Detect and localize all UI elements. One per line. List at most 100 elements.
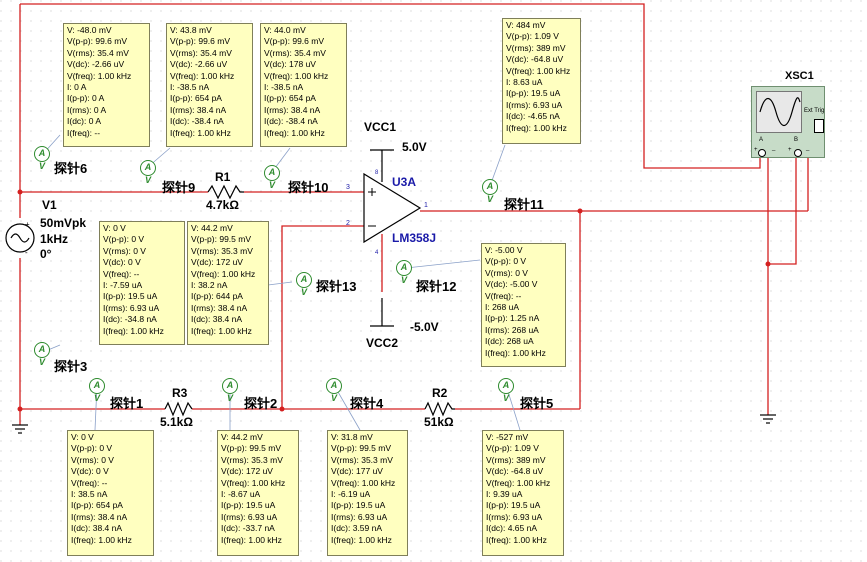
probe-reading-line: I(p-p): 654 pA [170, 93, 222, 104]
probe-reading-line: I(p-p): 19.5 uA [103, 291, 158, 302]
probe-11-icon[interactable]: A V [482, 179, 498, 204]
probe-reading-line: V(dc): 172 uV [221, 466, 273, 477]
probe-12-icon[interactable]: A V [396, 260, 412, 285]
probe-reading-line: I(dc): 4.65 nA [486, 523, 538, 534]
r2-name: R2 [432, 386, 448, 400]
probe-reading-line: V(rms): 389 mV [486, 454, 546, 465]
probe-reading-line: V(freq): -- [103, 268, 140, 279]
probe-reading-line: V: 44.2 mV [191, 223, 233, 233]
probe-reading-line: I(rms): 6.93 uA [506, 99, 563, 110]
opamp-part: LM358J [392, 231, 437, 245]
probe-4-icon[interactable]: A V [326, 378, 342, 403]
probe-reading-line: V(freq): 1.00 kHz [221, 477, 286, 488]
probe-13-icon[interactable]: A V [296, 272, 312, 297]
opamp-pin-8: 8 [375, 170, 379, 176]
scope-b-minus: _ [806, 145, 810, 151]
probe-reading-line: V(freq): 1.00 kHz [506, 65, 571, 76]
probe-2-icon[interactable]: A V [222, 378, 238, 403]
probe-reading-line: V(freq): 1.00 kHz [331, 477, 396, 488]
scope-b-terminal[interactable] [794, 149, 802, 157]
scope-a-terminal[interactable] [758, 149, 766, 157]
probe-9-icon[interactable]: A V [140, 160, 156, 185]
probe-13-readout: V: 44.2 mV V(p-p): 99.5 mV V(rms): 35.3 mV… [187, 221, 269, 345]
probe-reading-line: I(dc): -38.4 nA [170, 116, 224, 127]
probe-1-label: 探针1 [110, 396, 144, 411]
probe-5-icon[interactable]: A V [498, 378, 514, 403]
probe-reading-line: V(dc): 177 uV [331, 466, 383, 477]
probe-3-icon[interactable]: A V [34, 342, 50, 367]
probe-reading-line: V(rms): 0 V [71, 454, 114, 465]
probe-reading-line: I: -38.5 nA [264, 81, 304, 92]
probe-reading-line: I(freq): 1.00 kHz [71, 534, 132, 545]
probe-reading-line: V(dc): -2.66 uV [170, 59, 228, 70]
probe-reading-line: V(freq): -- [485, 290, 522, 301]
oscilloscope[interactable]: Ext Trig A B + _ + _ [751, 86, 825, 158]
probe-reading-line: I(rms): 6.93 uA [331, 511, 388, 522]
opamp-ref: U3A [392, 175, 417, 189]
probe-reading-line: I: 38.2 nA [191, 279, 228, 290]
probe-reading-line: I(dc): -38.4 nA [264, 116, 318, 127]
v1-name: V1 [42, 198, 57, 212]
scope-trig-terminal[interactable] [814, 119, 824, 133]
probe-reading-line: V(freq): 1.00 kHz [264, 70, 329, 81]
probe-reading-line: V: 0 V [71, 432, 94, 442]
probe-11-readout: V: 484 mV V(p-p): 1.09 V V(rms): 389 mV V(d… [502, 18, 581, 144]
probe-reading-line: I(rms): 268 uA [485, 324, 539, 335]
probe-11-label: 探针11 [504, 197, 544, 212]
probe-reading-line: I(p-p): 1.25 nA [485, 313, 540, 324]
probe-reading-line: I: 9.39 uA [486, 488, 523, 499]
v1-frequency: 1kHz [40, 232, 69, 246]
probe-reading-line: I(p-p): 644 pA [191, 291, 243, 302]
probe-reading-line: I(dc): 0 A [67, 116, 102, 127]
probe-reading-line: I(dc): -34.8 nA [103, 314, 157, 325]
r2-value: 51kΩ [424, 415, 454, 429]
probe-reading-line: V(dc): 0 V [103, 257, 141, 268]
opamp-pin-2: 2 [346, 220, 350, 227]
probe-10-icon[interactable]: A V [264, 165, 280, 190]
probe-reading-line: V(p-p): 99.5 mV [331, 443, 391, 454]
probe-reading-line: I(rms): 38.4 nA [191, 302, 248, 313]
scope-channel-a: A [759, 137, 764, 143]
probe-reading-line: V: -527 mV [486, 432, 529, 442]
probe-1-icon[interactable]: A V [89, 378, 105, 403]
probe-reading-line: V(dc): 178 uV [264, 59, 316, 70]
probe-reading-line: V(freq): 1.00 kHz [170, 70, 235, 81]
probe-reading-line: V: -5.00 V [485, 245, 523, 255]
opamp-pin-3: 3 [346, 184, 350, 191]
probe-reading-line: V: 0 V [103, 223, 126, 233]
probe-reading-line: V(p-p): 99.6 mV [170, 36, 230, 47]
probe-13-label: 探针13 [316, 279, 357, 294]
probe-reading-line: I(rms): 38.4 nA [170, 104, 227, 115]
probe-reading-line: V(rms): 35.4 mV [170, 47, 232, 58]
probe-reading-line: V(p-p): 99.6 mV [67, 36, 127, 47]
probe-reading-line: V(p-p): 1.09 V [506, 31, 559, 42]
probe-reading-line: I(dc): 3.59 nA [331, 523, 383, 534]
schematic-canvas[interactable]: + - A V A V A V A V A V A V A V A V A V … [0, 0, 867, 562]
probe-reading-line: I(freq): 1.00 kHz [191, 325, 252, 336]
probe-reading-line: I(freq): 1.00 kHz [485, 347, 546, 358]
probe-2-readout: V: 44.2 mV V(p-p): 99.5 mV V(rms): 35.3 mV… [217, 430, 299, 556]
probe-reading-line: V(dc): 172 uV [191, 257, 243, 268]
probe-reading-line: I(p-p): 19.5 uA [486, 500, 541, 511]
probe-reading-line: I: 38.5 nA [71, 488, 108, 499]
probe-reading-line: I(p-p): 0 A [67, 93, 105, 104]
probe-reading-line: I(freq): 1.00 kHz [506, 122, 567, 133]
vcc2-value: -5.0V [410, 320, 439, 334]
probe-4-readout: V: 31.8 mV V(p-p): 99.5 mV V(rms): 35.3 mV… [327, 430, 408, 556]
probe-reading-line: I(dc): -4.65 nA [506, 111, 560, 122]
opamp-pin-1: 1 [424, 202, 428, 209]
probe-reading-line: I: 0 A [67, 81, 87, 92]
probe-6-icon[interactable]: A V [34, 146, 50, 171]
probe-reading-line: V(p-p): 0 V [103, 234, 145, 245]
probe-reading-line: V(p-p): 1.09 V [486, 443, 539, 454]
probe-reading-line: V(rms): 35.3 mV [221, 454, 283, 465]
probe-reading-line: I(dc): -33.7 nA [221, 523, 275, 534]
probe-reading-line: I(freq): 1.00 kHz [221, 534, 282, 545]
r3-value: 5.1kΩ [160, 415, 193, 429]
probe-reading-line: V: -48.0 mV [67, 25, 112, 35]
scope-channel-b: B [794, 137, 799, 143]
probe-reading-line: V(freq): -- [71, 477, 108, 488]
probe-reading-line: I: 268 uA [485, 301, 520, 312]
probe-reading-line: I(freq): 1.00 kHz [486, 534, 547, 545]
probe-reading-line: V(dc): -64.8 uV [486, 466, 544, 477]
